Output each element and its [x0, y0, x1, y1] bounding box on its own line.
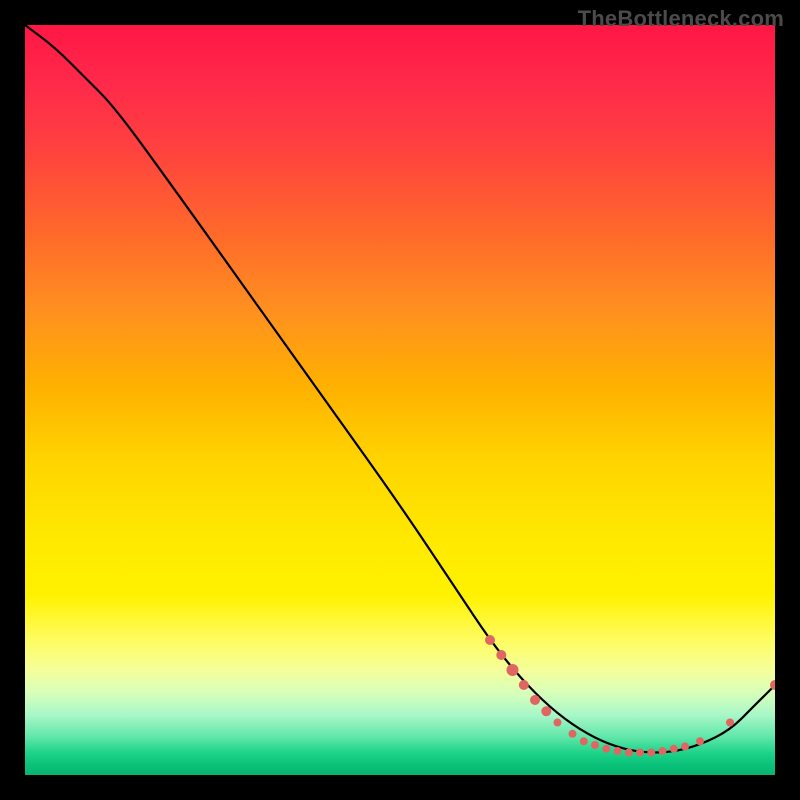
chart-marker	[554, 719, 562, 727]
chart-marker	[591, 741, 599, 749]
chart-marker	[507, 664, 519, 676]
chart-marker	[614, 747, 622, 755]
chart-marker	[647, 749, 655, 757]
chart-stage: TheBottleneck.com	[0, 0, 800, 800]
chart-marker	[569, 730, 577, 738]
chart-marker	[485, 635, 495, 645]
chart-marker	[696, 737, 704, 745]
watermark-text: TheBottleneck.com	[578, 6, 784, 32]
chart-marker	[530, 695, 540, 705]
chart-marker	[726, 719, 734, 727]
curve-line	[25, 25, 775, 753]
chart-marker	[519, 680, 529, 690]
plot-area	[25, 25, 775, 775]
curve-markers	[485, 635, 775, 757]
chart-marker	[580, 737, 588, 745]
chart-marker	[636, 749, 644, 757]
chart-marker	[670, 745, 678, 753]
chart-marker	[659, 747, 667, 755]
chart-marker	[541, 706, 551, 716]
chart-marker	[496, 650, 506, 660]
chart-marker	[602, 745, 610, 753]
chart-marker	[681, 743, 689, 751]
chart-marker	[625, 749, 633, 757]
chart-svg	[25, 25, 775, 775]
